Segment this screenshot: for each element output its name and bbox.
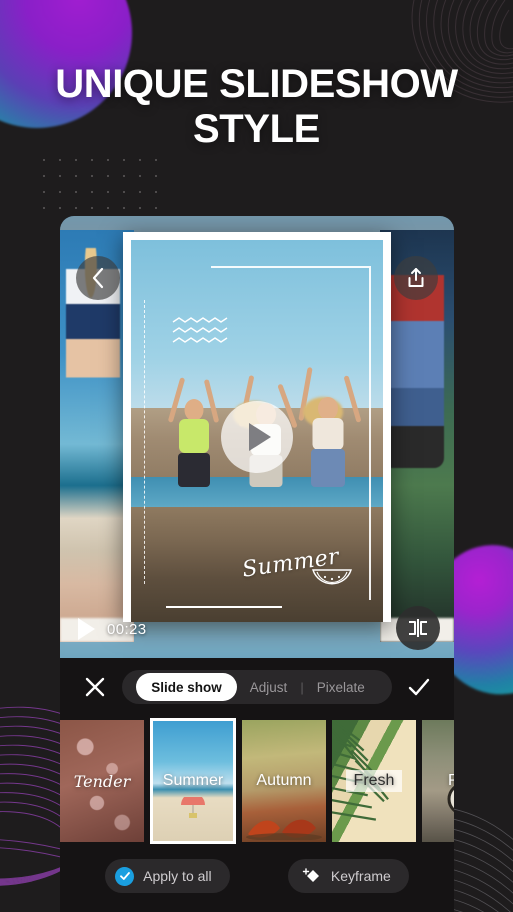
filter-item-tender[interactable]: Tender (60, 720, 144, 842)
checkmark-icon[interactable] (406, 674, 432, 700)
tab-slide-show[interactable]: Slide show (136, 673, 237, 701)
promo-headline: UNIQUE SLIDESHOW STYLE (0, 62, 513, 152)
editor-toolbar: Slide show Adjust | Pixelate (60, 658, 454, 716)
play-icon[interactable] (78, 618, 95, 640)
autumn-leaves-icon (246, 819, 322, 840)
play-overlay-button[interactable] (221, 401, 293, 473)
filter-label: Summer (162, 772, 224, 789)
tab-pixelate[interactable]: Pixelate (304, 673, 378, 701)
compare-split-icon (409, 619, 427, 637)
slide-bottom-bar-overlay (166, 605, 283, 608)
chevron-left-icon (92, 267, 104, 289)
dot-grid-pattern (36, 152, 160, 214)
timestamp-label: 00:23 (107, 620, 147, 638)
check-circle-icon (115, 866, 135, 886)
bottom-action-bar: Apply to all Keyframe (60, 846, 454, 906)
filter-label: Autumn (256, 772, 312, 789)
play-icon (249, 423, 271, 451)
video-preview-stage[interactable]: Summer 00:23 (60, 216, 454, 658)
apply-to-all-button[interactable]: Apply to all (105, 859, 230, 893)
filter-item-summer[interactable]: Summer (150, 718, 236, 844)
slide-dashed-line-overlay (144, 300, 145, 584)
filter-item-past[interactable]: Past (422, 720, 454, 842)
close-x-icon[interactable] (82, 674, 108, 700)
share-button[interactable] (394, 256, 438, 300)
share-upload-icon (408, 268, 424, 287)
filter-label: Past (447, 772, 454, 789)
keyframe-button[interactable]: Keyframe (287, 859, 409, 893)
headline-line-1: UNIQUE SLIDESHOW (55, 62, 458, 106)
app-screenshot-panel: Summer 00:23 Slide show Adjust | Pixelat… (60, 216, 454, 912)
compare-button[interactable] (396, 606, 440, 650)
editor-tabs: Slide show Adjust | Pixelate (122, 670, 392, 704)
back-button[interactable] (76, 256, 120, 300)
filter-label: Fresh (345, 770, 403, 792)
wave-lines-icon (172, 317, 228, 344)
headline-line-2: STYLE (193, 106, 320, 151)
keyframe-diamond-icon (302, 868, 319, 882)
beach-umbrella-icon (181, 796, 205, 818)
tab-adjust[interactable]: Adjust (237, 673, 301, 701)
filter-strip[interactable]: Tender Summer Autumn Fresh P (60, 716, 454, 846)
filter-label: Tender (73, 771, 131, 791)
filter-item-fresh[interactable]: Fresh (332, 720, 416, 842)
keyframe-label: Keyframe (330, 868, 391, 884)
apply-to-all-label: Apply to all (143, 868, 212, 884)
playback-controls[interactable]: 00:23 (78, 618, 147, 640)
watermelon-slice-icon (311, 569, 352, 585)
filter-item-autumn[interactable]: Autumn (242, 720, 326, 842)
